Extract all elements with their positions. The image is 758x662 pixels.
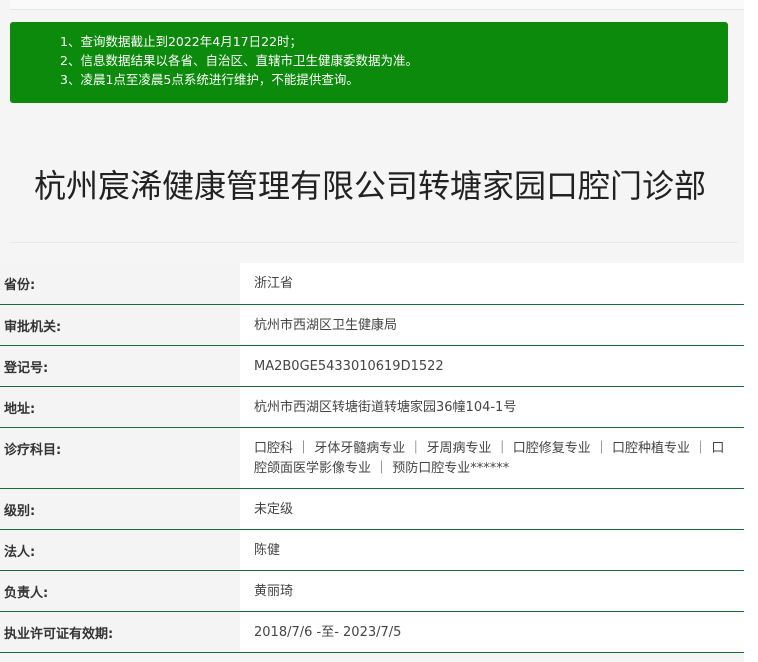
notice-line-2: 2、信息数据结果以各省、自治区、直辖市卫生健康委数据为准。 <box>60 53 418 68</box>
table-row-authority: 审批机关: 杭州市西湖区卫生健康局 <box>0 304 744 346</box>
table-row-registration: 登记号: MA2B0GE5433010619D1522 <box>0 345 744 387</box>
table-row-departments: 诊疗科目: 口腔科 ｜ 牙体牙髓病专业 ｜ 牙周病专业 ｜ 口腔修复专业 ｜ 口… <box>0 427 744 489</box>
row-label: 登记号: <box>0 345 240 387</box>
table-row-level: 级别: 未定级 <box>0 488 744 530</box>
row-value: 黄丽琦 <box>240 570 744 612</box>
row-label: 法人: <box>0 529 240 571</box>
row-label: 执业许可证有效期: <box>0 611 240 653</box>
row-label: 地址: <box>0 386 240 428</box>
table-row-legal-person: 法人: 陈健 <box>0 529 744 571</box>
table-row-address: 地址: 杭州市西湖区转塘街道转塘家园36幢104-1号 <box>0 386 744 428</box>
row-label: 诊疗科目: <box>0 427 240 489</box>
notice-banner: 1、查询数据截止到2022年4月17日22时； 2、信息数据结果以各省、自治区、… <box>10 22 728 103</box>
row-label: 省份: <box>0 263 240 305</box>
row-label: 审批机关: <box>0 304 240 346</box>
row-value: 杭州市西湖区转塘街道转塘家园36幢104-1号 <box>240 386 744 428</box>
row-value: 2018/7/6 -至- 2023/7/5 <box>240 611 744 653</box>
notice-line-1: 1、查询数据截止到2022年4月17日22时； <box>60 34 303 49</box>
row-value: 口腔科 ｜ 牙体牙髓病专业 ｜ 牙周病专业 ｜ 口腔修复专业 ｜ 口腔种植专业 … <box>240 427 744 489</box>
notice-line-3: 3、凌晨1点至凌晨5点系统进行维护，不能提供查询。 <box>60 72 359 87</box>
table-row-province: 省份: 浙江省 <box>0 263 744 305</box>
info-table: 省份: 浙江省 审批机关: 杭州市西湖区卫生健康局 登记号: MA2B0GE54… <box>0 263 744 653</box>
row-value: 浙江省 <box>240 263 744 305</box>
row-label: 负责人: <box>0 570 240 612</box>
page-title: 杭州宸浠健康管理有限公司转塘家园口腔门诊部 <box>33 167 706 206</box>
divider <box>10 242 738 243</box>
row-value: MA2B0GE5433010619D1522 <box>240 345 744 387</box>
table-row-person-in-charge: 负责人: 黄丽琦 <box>0 570 744 612</box>
row-value: 未定级 <box>240 488 744 530</box>
row-value: 陈健 <box>240 529 744 571</box>
top-border <box>10 0 744 10</box>
row-value: 杭州市西湖区卫生健康局 <box>240 304 744 346</box>
table-row-license-validity: 执业许可证有效期: 2018/7/6 -至- 2023/7/5 <box>0 611 744 653</box>
right-gutter <box>744 0 758 662</box>
row-label: 级别: <box>0 488 240 530</box>
